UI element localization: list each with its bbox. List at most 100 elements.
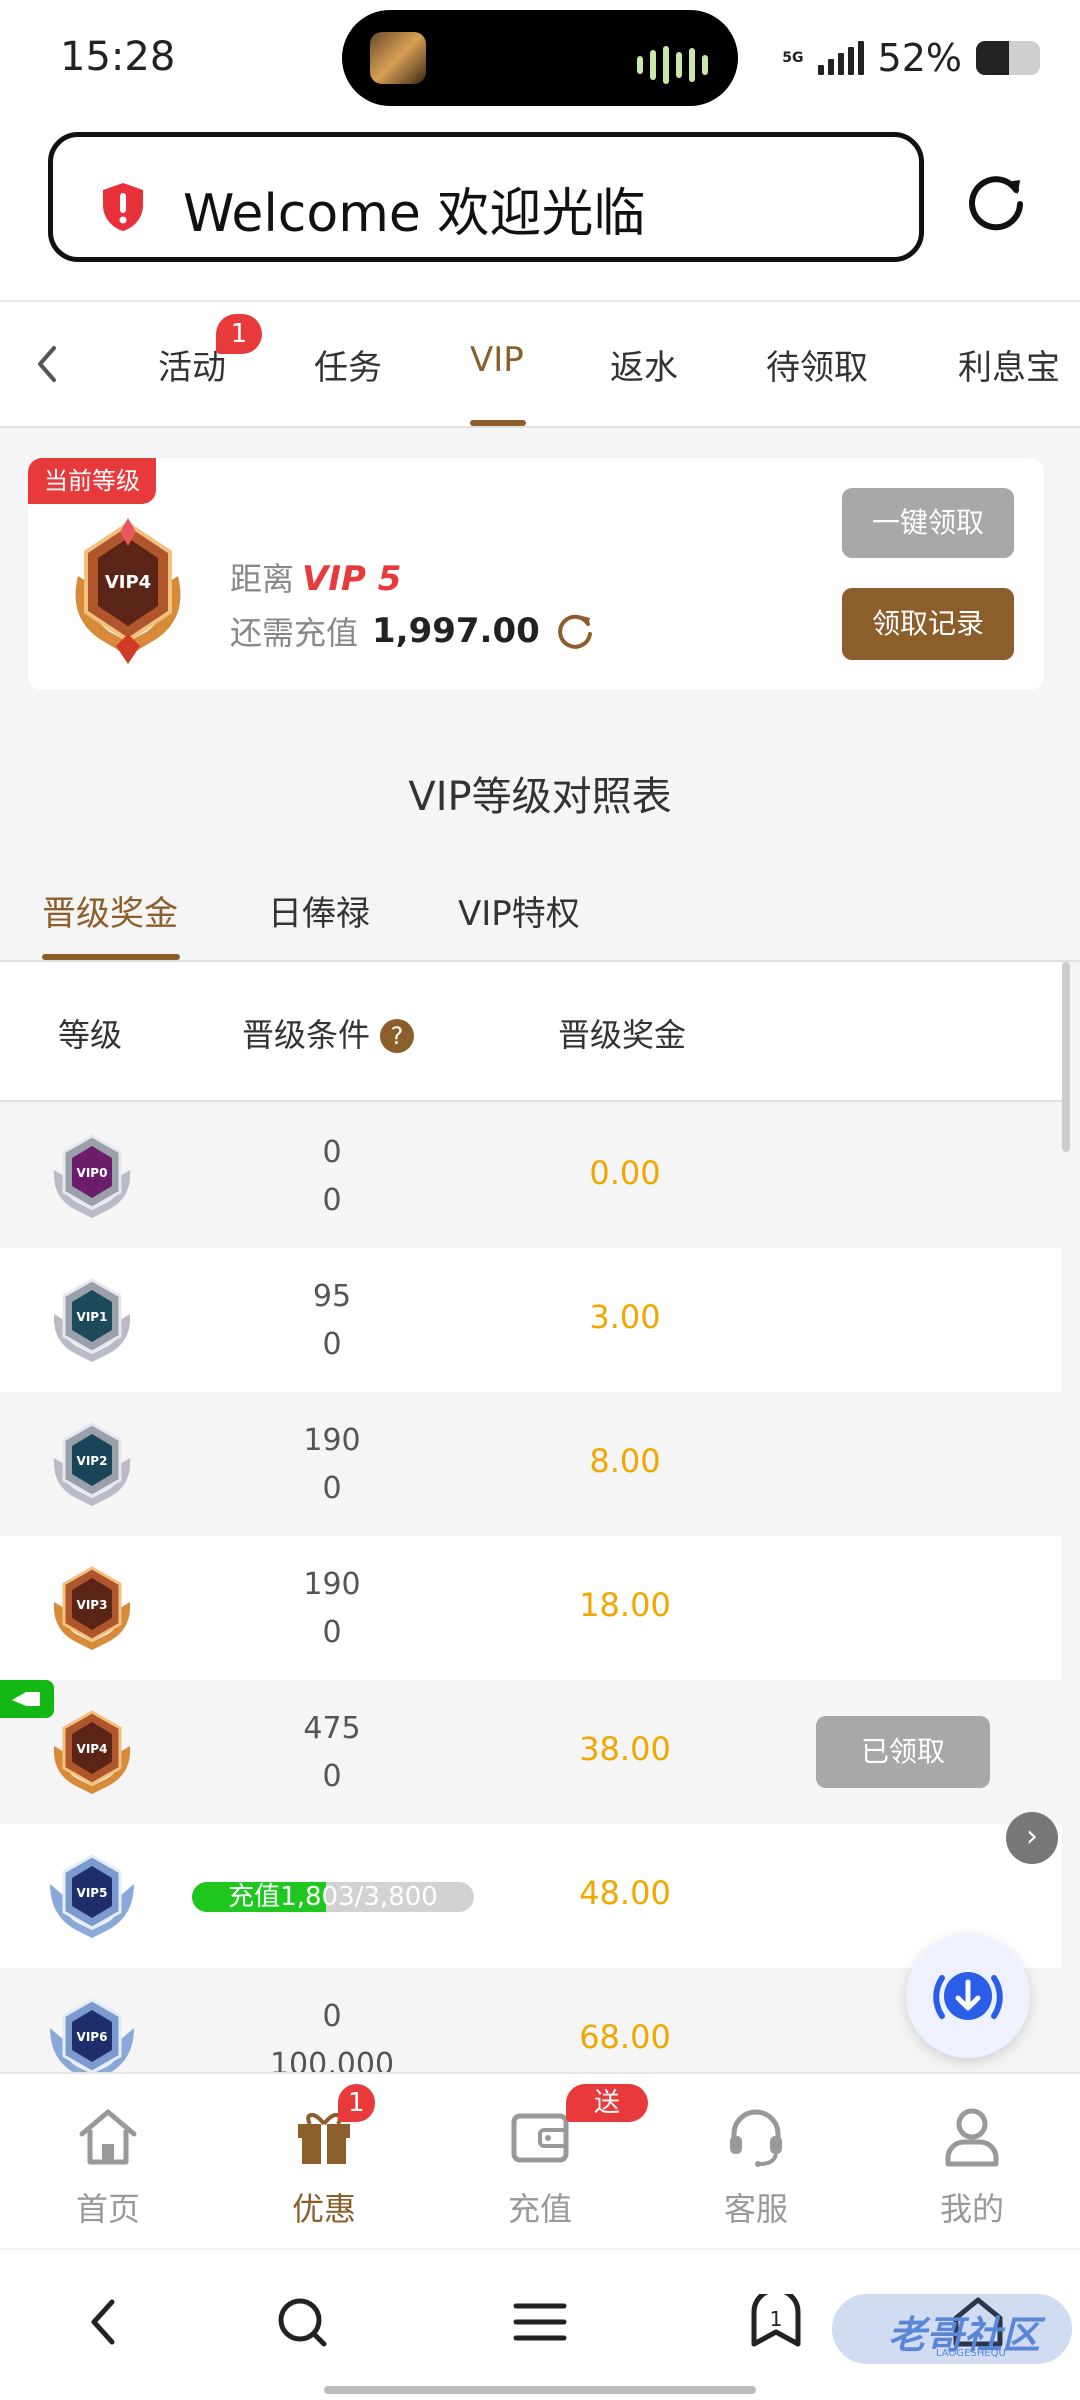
nav-promotions[interactable]: 1 优惠 [216, 2074, 432, 2250]
battery-percent: 52% [877, 36, 962, 80]
signal-icon [817, 41, 864, 75]
vip4-medal-icon: VIP4 [53, 1710, 131, 1794]
medal-level-text: VIP5 [77, 1886, 108, 1900]
address-bar[interactable]: Welcome 欢迎光临 [48, 132, 924, 262]
nav-home[interactable]: 首页 [0, 2074, 216, 2250]
subtab-vip-privileges[interactable]: VIP特权 [458, 886, 580, 935]
claim-all-button[interactable]: 一键领取 [842, 488, 1014, 558]
active-tab-indicator [470, 420, 526, 426]
network-type: 5G [782, 50, 804, 66]
help-icon[interactable]: ? [380, 1019, 415, 1053]
vip0-medal-icon: VIP0 [53, 1134, 131, 1218]
watermark-subtext: LAOGESHEQU [936, 2348, 1006, 2359]
condition-bet: 0 [322, 1615, 342, 1650]
tab-pending[interactable]: 待领取 [766, 340, 868, 389]
medal-text: VIP4 [105, 572, 151, 593]
condition-recharge: 475 [303, 1711, 361, 1746]
bonus-value: 8.00 [589, 1442, 661, 1480]
wallet-icon [511, 2113, 569, 2163]
table-scrollbar[interactable] [1062, 962, 1070, 1152]
table-row: VIP4 475 0 38.00 已领取 [0, 1680, 1062, 1824]
medal-level-text: VIP4 [77, 1742, 108, 1756]
vip-sub-tabs: 晋级奖金 日俸禄 VIP特权 [0, 870, 1080, 962]
tab-label: 任务 [314, 348, 382, 388]
tab-interest[interactable]: 利息宝 [958, 340, 1060, 389]
condition-bet: 0 [322, 1759, 342, 1794]
chevron-right-icon[interactable]: › [1006, 1812, 1058, 1864]
vip-level-table: 等级 晋级条件? 晋级奖金 VIP0 0 0 0.00 VIP1 95 0 3.… [0, 962, 1062, 2072]
dynamic-island[interactable] [342, 10, 738, 106]
tab-activity[interactable]: 活动 1 [158, 314, 262, 389]
category-tabs: 活动 1 任务 VIP 返水 待领取 利息宝 [0, 300, 1080, 428]
bonus-value: 3.00 [589, 1298, 661, 1336]
bonus-value: 48.00 [579, 1874, 671, 1912]
medal-level-text: VIP3 [77, 1598, 108, 1612]
watermark-logo: 老哥社区 LAOGESHEQU [832, 2294, 1072, 2364]
search-icon[interactable] [274, 2294, 330, 2350]
vip3-medal-icon: VIP3 [53, 1566, 131, 1650]
recharge-progress-bar: 充值1,803/3,800 [192, 1882, 474, 1912]
nav-profile[interactable]: 我的 [864, 2074, 1080, 2250]
browser-address-row: Welcome 欢迎光临 [0, 120, 1080, 300]
table-row: VIP6 0 100,000 68.00 [0, 1968, 1062, 2072]
address-text: Welcome 欢迎光临 [183, 184, 646, 244]
need-label: 还需充值 [230, 614, 359, 652]
condition-bet: 0 [322, 1471, 342, 1506]
promo-badge: 1 [338, 2084, 375, 2122]
headset-icon [730, 2109, 782, 2167]
refresh-icon[interactable] [554, 610, 596, 652]
reload-icon[interactable] [966, 170, 1028, 232]
condition-bet: 0 [322, 1327, 342, 1362]
nav-recharge[interactable]: 送2% 充值 [432, 2074, 648, 2250]
medal-level-text: VIP0 [77, 1166, 108, 1180]
condition-recharge: 190 [303, 1567, 361, 1602]
home-icon [79, 2109, 137, 2165]
bonus-value: 18.00 [579, 1586, 671, 1624]
condition-recharge: 95 [312, 1279, 352, 1314]
tab-rebate[interactable]: 返水 [610, 340, 678, 389]
condition-bet: 0 [322, 1183, 342, 1218]
nav-label: 我的 [939, 2190, 1004, 2228]
table-row: VIP5 充值1,803/3,800 48.00 [0, 1824, 1062, 1968]
distance-label: 距离 [230, 560, 295, 598]
table-row: VIP1 95 0 3.00 [0, 1248, 1062, 1392]
menu-icon[interactable] [512, 2294, 568, 2350]
media-thumbnail [370, 32, 426, 84]
tabs-icon[interactable]: 1 [748, 2294, 804, 2350]
nav-label: 首页 [75, 2190, 140, 2228]
download-icon [933, 1972, 1003, 2020]
condition-bet: 100,000 [269, 2047, 395, 2072]
tab-vip[interactable]: VIP [470, 340, 524, 380]
download-app-button[interactable] [906, 1934, 1030, 2058]
nav-label: 充值 [507, 2190, 572, 2228]
subtab-promotion-bonus[interactable]: 晋级奖金 [42, 886, 178, 935]
back-icon[interactable] [80, 2294, 130, 2350]
tab-label: 利息宝 [958, 348, 1060, 388]
current-level-card: 当前等级 VIP4 距离 VIP 5 还需充值 1,997.00 一键领取 领取记… [28, 458, 1044, 690]
status-bar: 15:28 5G 52% [0, 0, 1080, 120]
bonus-value: 68.00 [579, 2018, 671, 2056]
subtab-daily-salary[interactable]: 日俸禄 [268, 886, 370, 935]
chevron-left-icon[interactable] [28, 342, 68, 386]
current-level-tag: 当前等级 [28, 458, 156, 504]
vip2-medal-icon: VIP2 [53, 1422, 131, 1506]
need-amount: 1,997.00 [372, 611, 540, 651]
table-row: VIP2 190 0 8.00 [0, 1392, 1062, 1536]
header-condition-label: 晋级条件 [242, 1016, 371, 1054]
tab-label: 活动 [158, 348, 226, 388]
nav-support[interactable]: 客服 [648, 2074, 864, 2250]
tab-label: 返水 [610, 348, 678, 388]
table-header: 等级 晋级条件? 晋级奖金 [0, 962, 1062, 1102]
battery-icon [976, 41, 1040, 75]
nav-label: 客服 [723, 2190, 788, 2228]
home-indicator[interactable] [324, 2386, 756, 2394]
vip4-medal-icon: VIP4 [75, 518, 181, 664]
claimed-button[interactable]: 已领取 [816, 1716, 990, 1788]
status-time: 15:28 [60, 34, 176, 80]
claim-history-button[interactable]: 领取记录 [842, 588, 1014, 660]
header-condition: 晋级条件? [242, 1010, 415, 1056]
tab-tasks[interactable]: 任务 [314, 340, 382, 389]
user-icon [945, 2108, 999, 2167]
table-title: VIP等级对照表 [408, 774, 672, 820]
next-level: VIP 5 [302, 559, 402, 599]
